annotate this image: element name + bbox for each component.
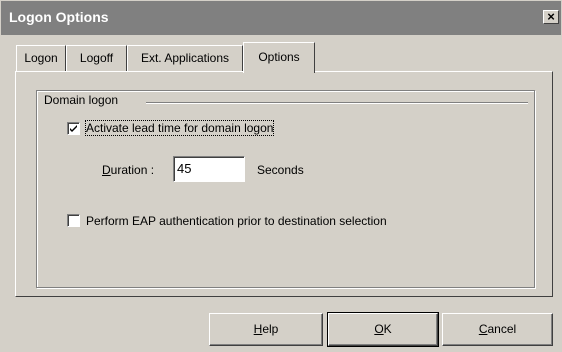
tab-ext-applications-label: Ext. Applications [140,51,230,65]
cancel-button-label: ancel [487,322,517,336]
duration-label: Duration : [102,163,155,177]
domain-logon-groupbox [36,90,535,288]
tab-logoff[interactable]: Logoff [66,45,127,71]
tab-ext-applications[interactable]: Ext. Applications [127,45,243,71]
logon-options-dialog: Logon Options × Logon Logoff Ext. Applic… [0,0,562,352]
options-tab-panel: Domain logon Activate lead time for doma… [15,71,553,297]
cancel-button[interactable]: Cancel [442,313,553,346]
lead-time-checkbox[interactable] [67,122,80,135]
duration-input[interactable]: 45 [173,156,245,182]
ok-button[interactable]: OK [327,312,439,347]
ok-button-label: K [383,322,392,336]
tab-logon-label: Logon [24,51,58,65]
tab-options[interactable]: Options [243,42,315,73]
tab-logon[interactable]: Logon [16,45,66,71]
eap-label[interactable]: Perform EAP authentication prior to dest… [86,214,387,228]
ok-button-hotkey: O [374,322,384,336]
duration-unit-label: Seconds [257,163,304,177]
checkmark-icon [70,125,77,132]
group-divider [146,102,528,104]
lead-time-label[interactable]: Activate lead time for domain logon [84,120,275,136]
help-button-label: elp [262,322,279,336]
close-button[interactable]: × [543,10,559,24]
title-bar[interactable]: Logon Options × [1,1,561,35]
domain-logon-title: Domain logon [44,93,123,107]
duration-label-rest: uration : [110,163,155,177]
eap-checkbox[interactable] [67,214,80,227]
help-button[interactable]: Help [209,313,323,346]
close-icon: × [547,9,555,24]
window-title: Logon Options [9,9,109,25]
tab-options-label: Options [258,50,300,64]
tab-logoff-label: Logoff [79,51,114,65]
